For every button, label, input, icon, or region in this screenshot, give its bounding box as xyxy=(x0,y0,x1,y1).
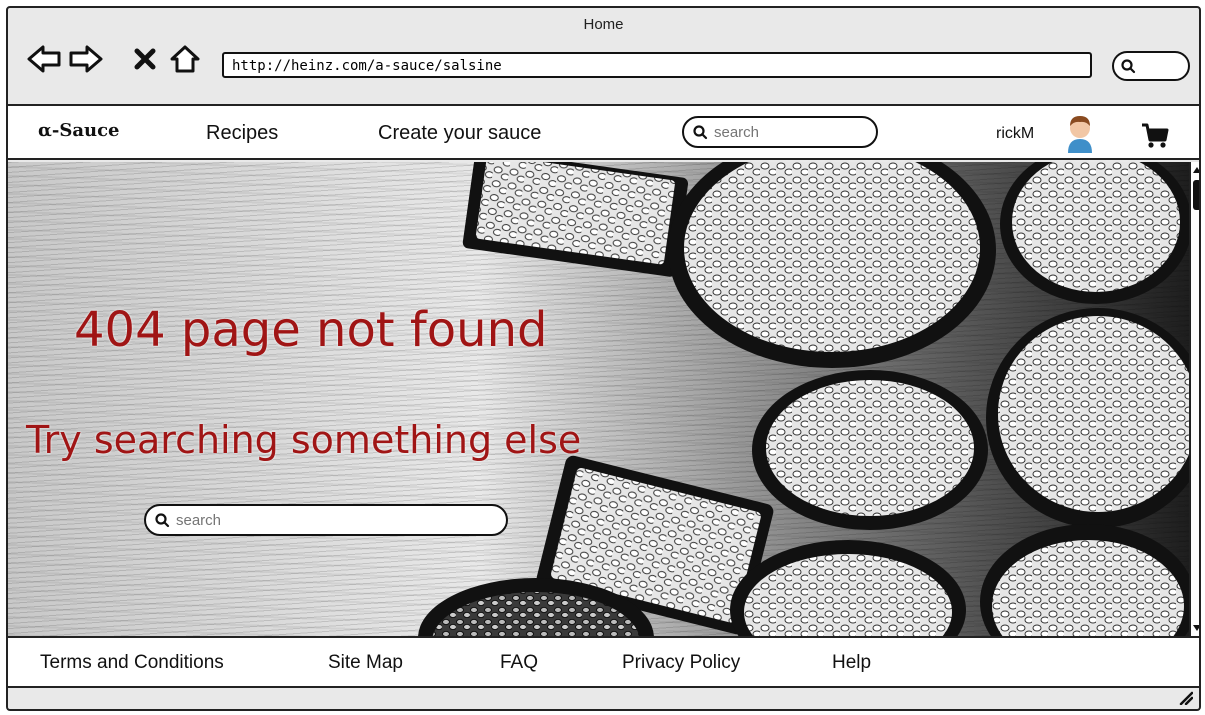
forward-arrow-icon[interactable] xyxy=(68,42,104,76)
username[interactable]: rickM xyxy=(996,125,1034,143)
avatar-icon[interactable] xyxy=(1064,113,1096,153)
scroll-thumb[interactable] xyxy=(1193,180,1199,210)
hero-search[interactable] xyxy=(144,504,508,536)
back-arrow-icon[interactable] xyxy=(26,42,62,76)
url-field[interactable]: http://heinz.com/a-sauce/salsine xyxy=(222,52,1092,78)
scroll-up-arrow-icon[interactable] xyxy=(1191,164,1201,176)
search-icon xyxy=(155,513,170,528)
cart-icon[interactable] xyxy=(1140,120,1170,150)
error-subline: Try searching something else xyxy=(26,418,582,462)
home-icon[interactable] xyxy=(168,42,202,76)
site-logo[interactable]: α-Sauce xyxy=(38,120,119,141)
vertical-scrollbar[interactable] xyxy=(1189,162,1201,636)
footer-link-privacy[interactable]: Privacy Policy xyxy=(622,652,740,674)
site-footer: Terms and Conditions Site Map FAQ Privac… xyxy=(8,636,1199,688)
footer-link-faq[interactable]: FAQ xyxy=(500,652,538,674)
browser-window: Home http://heinz.com/a-sauce/salsine α-… xyxy=(6,6,1201,711)
footer-link-help[interactable]: Help xyxy=(832,652,871,674)
window-title: Home xyxy=(583,16,624,33)
search-icon xyxy=(693,125,708,140)
navbar-search[interactable] xyxy=(682,116,878,148)
navbar-search-input[interactable] xyxy=(714,123,864,141)
hero-banner: 404 page not found Try searching somethi… xyxy=(8,162,1189,636)
error-headline: 404 page not found xyxy=(74,302,548,358)
nav-link-create-sauce[interactable]: Create your sauce xyxy=(378,122,541,145)
site-navbar: α-Sauce Recipes Create your sauce rickM xyxy=(8,104,1199,160)
resize-grip-icon[interactable] xyxy=(1177,689,1193,705)
hero-search-input[interactable] xyxy=(176,511,496,529)
stop-icon[interactable] xyxy=(132,42,158,76)
nav-link-recipes[interactable]: Recipes xyxy=(206,122,278,145)
footer-link-sitemap[interactable]: Site Map xyxy=(328,652,403,674)
footer-link-terms[interactable]: Terms and Conditions xyxy=(40,652,224,674)
lentil-bowls-image xyxy=(418,162,1189,636)
browser-search-field[interactable] xyxy=(1112,51,1190,81)
scroll-down-arrow-icon[interactable] xyxy=(1191,622,1201,634)
search-icon xyxy=(1121,59,1136,74)
